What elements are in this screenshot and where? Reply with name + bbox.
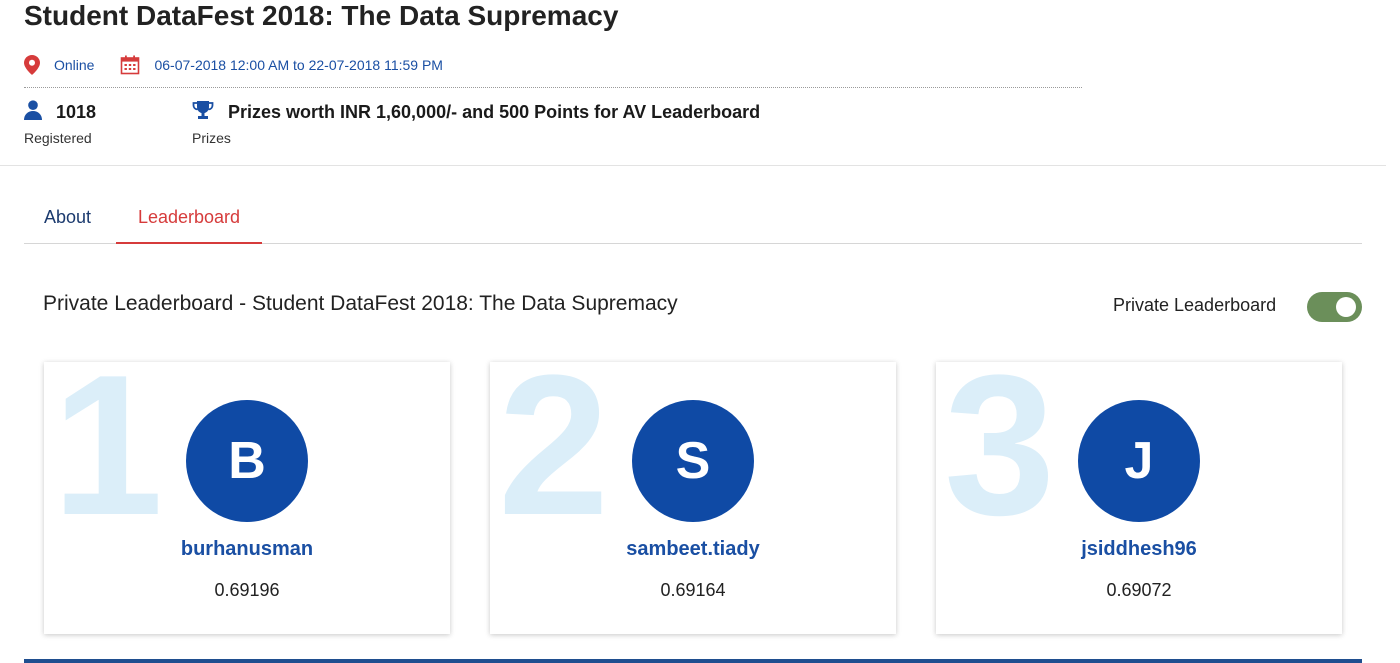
- avatar[interactable]: J: [1078, 400, 1200, 522]
- event-dates: 06-07-2018 12:00 AM to 22-07-2018 11:59 …: [154, 57, 443, 73]
- score-value: 0.69164: [660, 580, 726, 600]
- leaderboard-title: Private Leaderboard - Student DataFest 2…: [43, 292, 678, 315]
- tab-leaderboard[interactable]: Leaderboard: [116, 196, 262, 244]
- rank-number: 3: [944, 362, 1056, 557]
- leaderboard-card-rank-1: 1 B burhanusman 0.69196: [44, 362, 450, 634]
- calendar-icon: [120, 55, 140, 75]
- registered-count: 1018: [56, 101, 97, 122]
- event-meta: Online 06-07-2018 12:00 AM to 22-07-2018…: [24, 53, 443, 77]
- avatar[interactable]: S: [632, 400, 754, 522]
- username-link[interactable]: burhanusman: [44, 538, 450, 561]
- score-value: 0.69196: [214, 580, 280, 600]
- registered-stat: 1018 Registered: [24, 99, 97, 146]
- avatar[interactable]: B: [186, 400, 308, 522]
- private-leaderboard-toggle-label: Private Leaderboard: [1113, 295, 1277, 315]
- event-header: Student DataFest 2018: The Data Supremac…: [0, 0, 1386, 166]
- toggle-knob: [1336, 297, 1356, 317]
- registered-label: Registered: [24, 130, 92, 146]
- tab-bar: About Leaderboard: [24, 196, 1362, 244]
- meta-divider: [24, 87, 1082, 88]
- prizes-label: Prizes: [192, 130, 231, 146]
- map-pin-icon: [24, 55, 40, 75]
- page-title: Student DataFest 2018: The Data Supremac…: [24, 0, 619, 31]
- table-header-bar: [24, 659, 1362, 663]
- trophy-icon: [192, 100, 214, 125]
- private-leaderboard-toggle[interactable]: [1307, 292, 1362, 322]
- username-link[interactable]: sambeet.tiady: [490, 538, 896, 561]
- leaderboard-card-rank-2: 2 S sambeet.tiady 0.69164: [490, 362, 896, 634]
- tab-about[interactable]: About: [44, 196, 91, 244]
- prizes-value: Prizes worth INR 1,60,000/- and 500 Poin…: [228, 101, 761, 122]
- prizes-stat: Prizes worth INR 1,60,000/- and 500 Poin…: [192, 100, 760, 146]
- leaderboard-card-rank-3: 3 J jsiddhesh96 0.69072: [936, 362, 1342, 634]
- score-value: 0.69072: [1106, 580, 1172, 600]
- rank-number: 1: [52, 362, 164, 557]
- user-icon: [24, 99, 42, 125]
- event-location: Online: [54, 57, 95, 73]
- username-link[interactable]: jsiddhesh96: [936, 538, 1342, 561]
- rank-number: 2: [498, 362, 610, 557]
